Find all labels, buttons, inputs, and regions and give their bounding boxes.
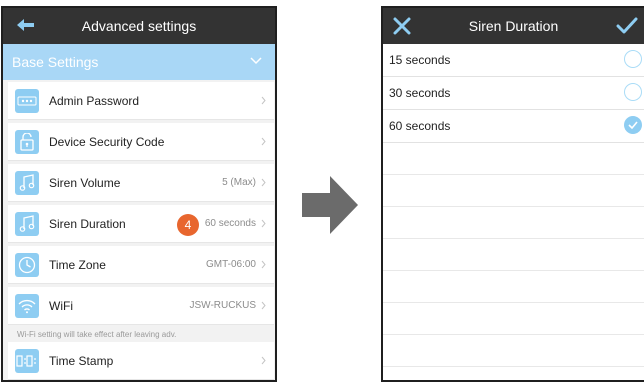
page-title: Siren Duration bbox=[468, 18, 559, 34]
base-settings-header[interactable]: Base Settings bbox=[3, 44, 275, 80]
chevron-right-icon bbox=[261, 96, 266, 105]
option-label: 15 seconds bbox=[389, 53, 451, 67]
option-30-seconds[interactable]: 30 seconds bbox=[383, 77, 644, 110]
setting-label: Time Stamp bbox=[49, 353, 114, 368]
empty-row bbox=[383, 303, 644, 335]
setting-siren-duration[interactable]: Siren Duration 4 60 seconds bbox=[8, 205, 274, 243]
setting-value: 60 seconds bbox=[204, 218, 256, 229]
chevron-right-icon bbox=[261, 260, 266, 269]
option-60-seconds[interactable]: 60 seconds bbox=[383, 110, 644, 143]
setting-label: Admin Password bbox=[49, 93, 140, 108]
setting-time-stamp[interactable]: Time Stamp bbox=[8, 342, 274, 380]
empty-row bbox=[383, 175, 644, 207]
wifi-icon bbox=[15, 293, 39, 318]
clock-icon bbox=[15, 252, 39, 277]
chevron-right-icon bbox=[261, 301, 266, 310]
checkmark-icon bbox=[628, 121, 638, 129]
duration-options: 15 seconds 30 seconds 60 seconds bbox=[383, 44, 644, 367]
option-label: 30 seconds bbox=[389, 86, 451, 100]
music-note-icon bbox=[15, 170, 39, 195]
setting-device-security-code[interactable]: Device Security Code bbox=[8, 123, 274, 161]
empty-row bbox=[383, 207, 644, 239]
settings-list: Admin Password Device Security Code Sire… bbox=[3, 80, 275, 380]
option-15-seconds[interactable]: 15 seconds bbox=[383, 44, 644, 77]
section-title: Base Settings bbox=[12, 54, 99, 70]
setting-siren-volume[interactable]: Siren Volume 5 (Max) bbox=[8, 164, 274, 202]
chevron-down-icon bbox=[250, 57, 262, 65]
step-badge: 4 bbox=[177, 214, 199, 236]
advanced-settings-screen: Advanced settings Base Settings Admin Pa… bbox=[1, 6, 277, 382]
title-bar: Advanced settings bbox=[3, 8, 275, 44]
setting-wifi[interactable]: WiFi JSW-RUCKUS bbox=[8, 287, 274, 325]
setting-value: GMT-06:00 bbox=[205, 259, 256, 270]
setting-value: 5 (Max) bbox=[222, 177, 256, 188]
setting-label: WiFi bbox=[49, 298, 73, 313]
setting-label: Siren Duration bbox=[49, 216, 126, 231]
empty-row bbox=[383, 239, 644, 271]
close-icon[interactable] bbox=[391, 16, 413, 36]
option-label: 60 seconds bbox=[389, 119, 451, 133]
radio-unchecked[interactable] bbox=[624, 83, 642, 101]
radio-unchecked[interactable] bbox=[624, 50, 642, 68]
chevron-right-icon bbox=[261, 219, 266, 228]
page-title: Advanced settings bbox=[81, 18, 197, 34]
empty-row bbox=[383, 271, 644, 303]
password-dots-icon bbox=[15, 88, 39, 113]
empty-row bbox=[383, 335, 644, 367]
setting-label: Siren Volume bbox=[49, 175, 121, 190]
digital-clock-icon bbox=[15, 348, 39, 373]
siren-duration-screen: Siren Duration 15 seconds 30 seconds 60 … bbox=[381, 6, 644, 382]
lock-icon bbox=[15, 129, 39, 154]
setting-label: Time Zone bbox=[49, 257, 106, 272]
radio-checked[interactable] bbox=[624, 116, 642, 134]
checkmark-icon[interactable] bbox=[616, 16, 638, 36]
chevron-right-icon bbox=[261, 356, 266, 365]
chevron-right-icon bbox=[261, 137, 266, 146]
back-arrow-icon[interactable] bbox=[15, 16, 37, 36]
setting-value: JSW-RUCKUS bbox=[189, 300, 256, 311]
music-note-icon bbox=[15, 211, 39, 236]
wifi-note: Wi-Fi setting will take effect after lea… bbox=[3, 328, 275, 342]
setting-admin-password[interactable]: Admin Password bbox=[8, 82, 274, 120]
chevron-right-icon bbox=[261, 178, 266, 187]
title-bar: Siren Duration bbox=[383, 8, 644, 44]
setting-label: Device Security Code bbox=[49, 134, 165, 149]
right-arrow-icon bbox=[302, 176, 358, 234]
empty-row bbox=[383, 143, 644, 175]
setting-time-zone[interactable]: Time Zone GMT-06:00 bbox=[8, 246, 274, 284]
